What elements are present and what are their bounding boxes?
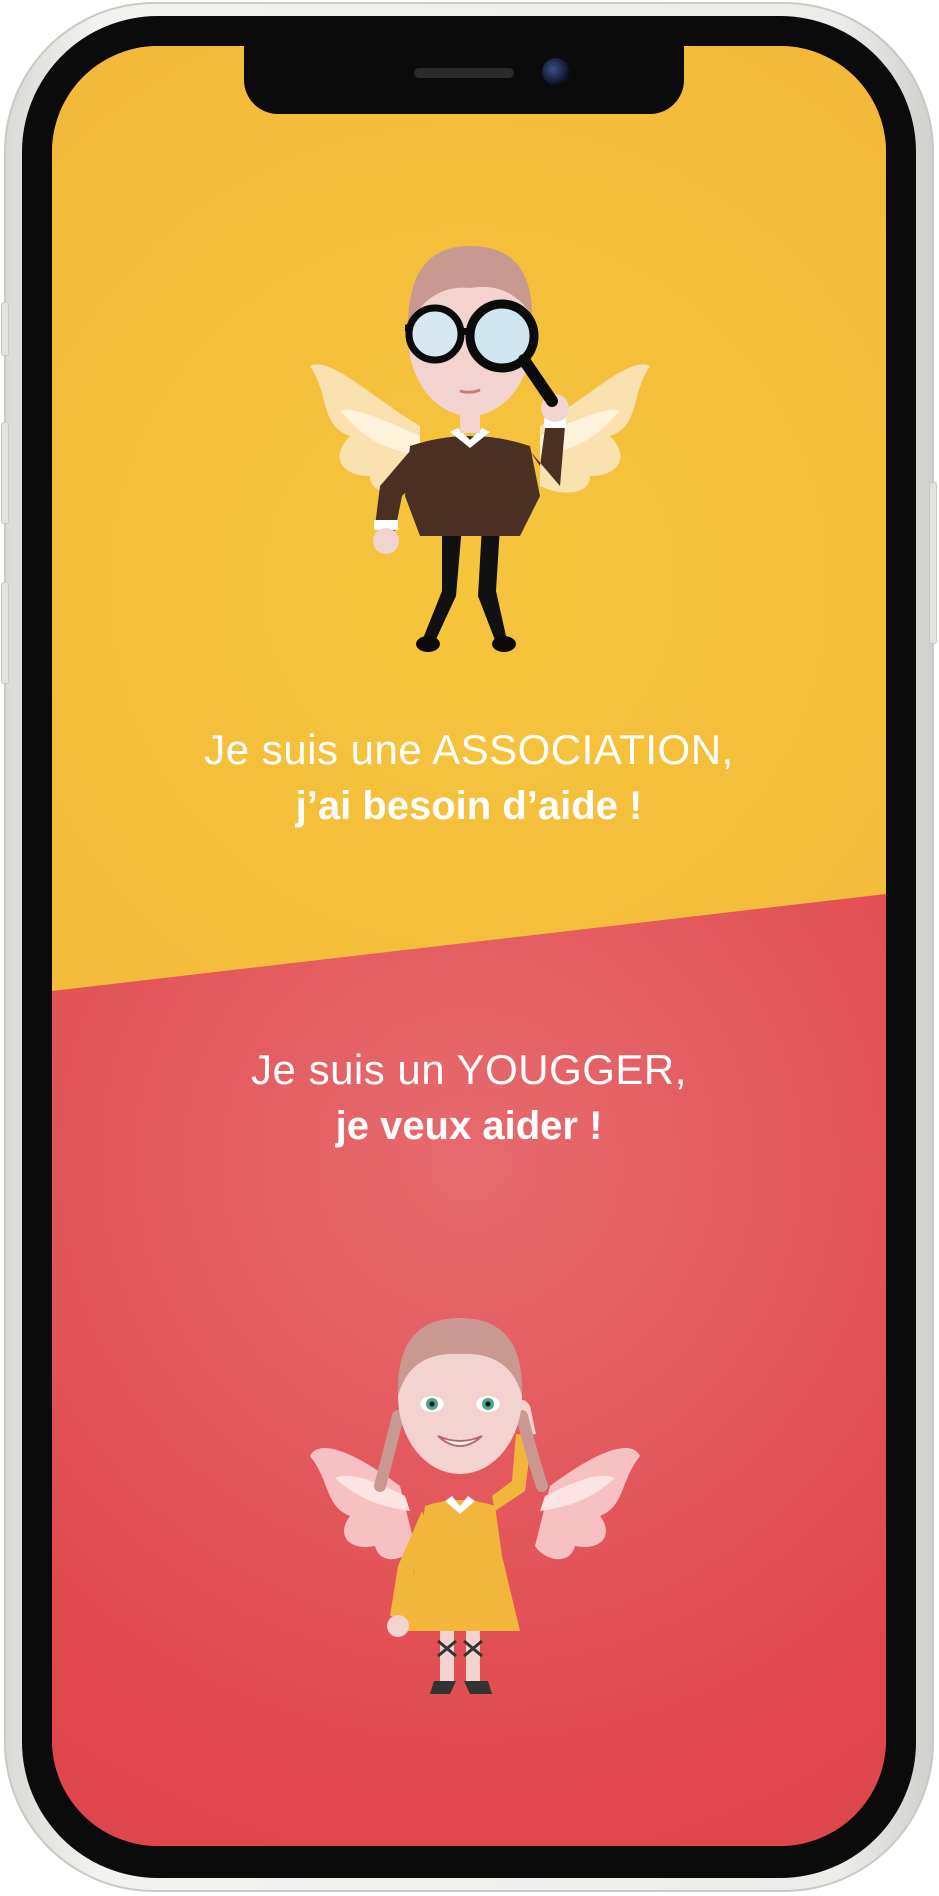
phone-notch	[244, 46, 684, 114]
action-button	[1, 302, 9, 356]
power-button	[929, 482, 937, 644]
detective-angel-illustration	[310, 246, 650, 652]
yougger-subtitle: je veux aider !	[335, 1104, 603, 1148]
association-choice[interactable]: Je suis une ASSOCIATION, j’ai besoin d’a…	[52, 726, 886, 829]
screen: Je suis une ASSOCIATION, j’ai besoin d’a…	[52, 46, 886, 1846]
volume-down-button	[1, 582, 9, 684]
yougger-choice[interactable]: Je suis un YOUGGER, je veux aider !	[52, 1046, 886, 1149]
association-subtitle: j’ai besoin d’aide !	[295, 784, 643, 828]
girl-angel-illustration	[310, 1318, 640, 1694]
volume-up-button	[1, 422, 9, 524]
front-camera-icon	[542, 58, 570, 86]
yougger-title: Je suis un YOUGGER,	[251, 1046, 687, 1093]
earpiece-speaker	[414, 68, 514, 78]
association-title: Je suis une ASSOCIATION,	[204, 726, 734, 773]
